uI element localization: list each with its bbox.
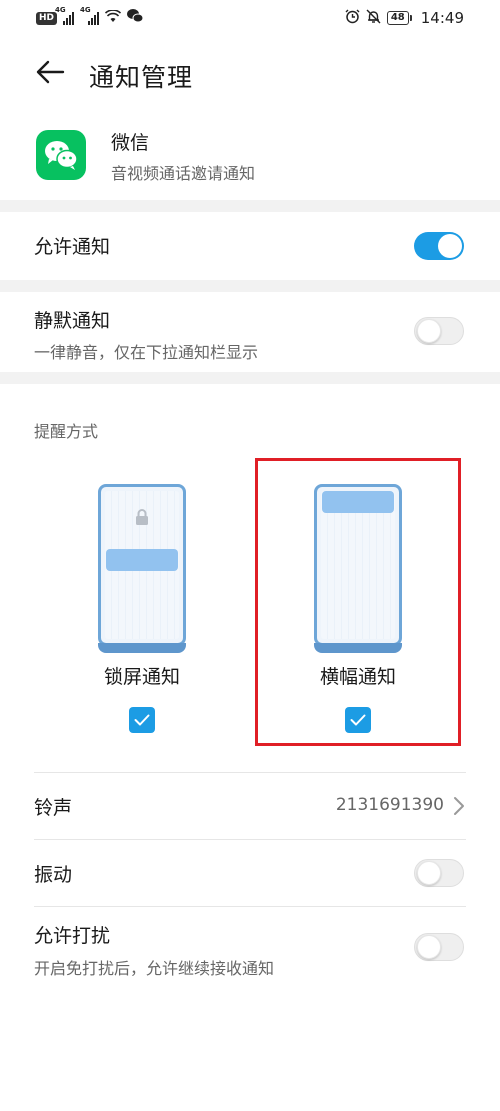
ringtone-row[interactable]: 铃声 2131691390 <box>0 773 500 839</box>
hd-badge: HD <box>36 11 58 25</box>
app-name: 微信 <box>111 132 150 154</box>
ringtone-value: 2131691390 <box>335 795 444 815</box>
status-bar-right: 48 14:49 <box>345 9 464 28</box>
silent-notifications-label: 静默通知 <box>34 310 111 332</box>
app-subtitle: 音视频通话邀请通知 <box>111 164 256 183</box>
page-title: 通知管理 <box>89 63 194 92</box>
status-bar: HD 4G 4G 48 14:49 <box>0 0 500 36</box>
back-arrow-icon <box>35 60 65 88</box>
toggle-knob <box>438 234 462 258</box>
section-divider <box>0 280 500 292</box>
toggle-knob <box>417 319 441 343</box>
banner-notification-option[interactable]: 横幅通知 <box>268 480 448 740</box>
app-info: 微信 音视频通话邀请通知 <box>36 128 466 184</box>
check-icon <box>350 711 366 730</box>
ringtone-label: 铃声 <box>34 797 73 819</box>
lock-icon <box>135 509 149 525</box>
allow-dnd-toggle[interactable] <box>414 933 464 961</box>
banner-preview[interactable] <box>314 484 402 653</box>
preview-banner <box>322 491 394 513</box>
back-button[interactable] <box>30 56 70 92</box>
alarm-icon <box>345 9 360 28</box>
vibration-row[interactable]: 振动 <box>0 840 500 906</box>
signal-icon-2: 4G <box>80 6 100 25</box>
reminder-section-title: 提醒方式 <box>34 422 99 441</box>
wifi-icon <box>104 8 122 27</box>
lockscreen-notification-option[interactable]: 锁屏通知 <box>52 480 232 740</box>
allow-dnd-label: 允许打扰 <box>34 925 111 947</box>
banner-notification-label: 横幅通知 <box>319 666 396 688</box>
allow-notifications-label: 允许通知 <box>34 236 111 258</box>
preview-banner <box>106 549 178 571</box>
toggle-knob <box>417 861 441 885</box>
status-bar-left: HD 4G 4G <box>36 6 144 27</box>
banner-notification-checkbox[interactable] <box>345 707 371 733</box>
allow-notifications-toggle[interactable] <box>414 232 464 260</box>
vibration-label: 振动 <box>34 864 73 886</box>
section-divider <box>0 372 500 384</box>
vibration-toggle[interactable] <box>414 859 464 887</box>
silent-notifications-subtitle: 一律静音，仅在下拉通知栏显示 <box>34 343 259 362</box>
mute-bell-icon <box>366 9 381 28</box>
section-divider <box>0 200 500 212</box>
allow-dnd-row[interactable]: 允许打扰 开启免打扰后，允许继续接收通知 <box>0 907 500 991</box>
chevron-right-icon <box>452 796 466 816</box>
clock: 14:49 <box>420 9 464 27</box>
battery-indicator: 48 <box>386 11 412 25</box>
lockscreen-preview[interactable] <box>98 484 186 653</box>
wechat-app-icon <box>36 130 86 180</box>
header: 通知管理 <box>0 52 500 96</box>
check-icon <box>134 711 150 730</box>
toggle-knob <box>417 935 441 959</box>
allow-dnd-subtitle: 开启免打扰后，允许继续接收通知 <box>34 959 275 978</box>
silent-notifications-row[interactable]: 静默通知 一律静音，仅在下拉通知栏显示 <box>0 292 500 372</box>
lockscreen-notification-label: 锁屏通知 <box>103 666 180 688</box>
silent-notifications-toggle[interactable] <box>414 317 464 345</box>
allow-notifications-row[interactable]: 允许通知 <box>0 212 500 280</box>
signal-icon: 4G <box>55 6 75 25</box>
wechat-status-icon <box>127 9 144 27</box>
lockscreen-notification-checkbox[interactable] <box>129 707 155 733</box>
